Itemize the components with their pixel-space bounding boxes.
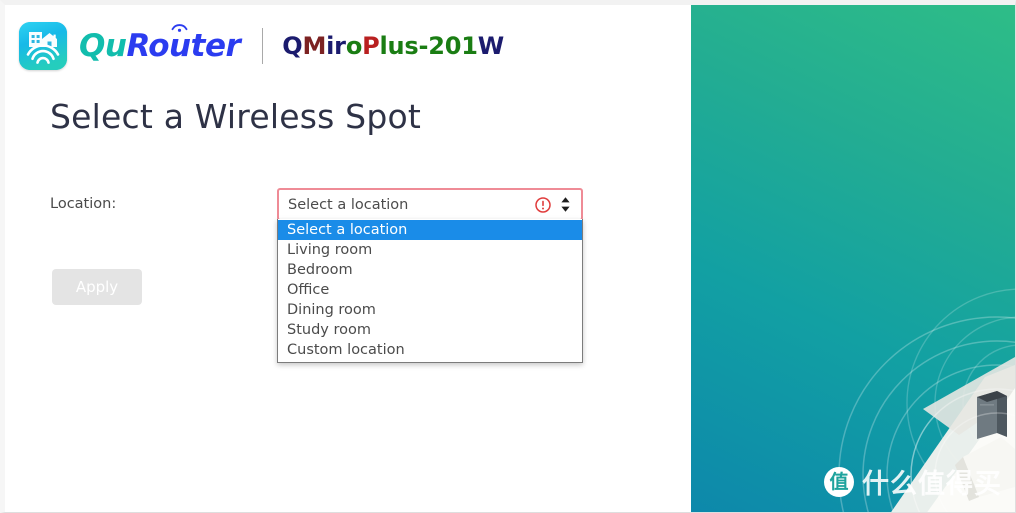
brand-wordmark-router: Router (126, 23, 241, 64)
product-name-seg-6: W (477, 32, 505, 60)
dropdown-option[interactable]: Office (278, 280, 582, 300)
wifi-arc-icon (171, 23, 188, 32)
product-name-seg-4: P (362, 32, 380, 60)
header-divider (262, 28, 264, 64)
brand-wordmark-qu: Qu (79, 27, 127, 64)
location-label: Location: (50, 196, 117, 212)
dropdown-option[interactable]: Bedroom (278, 260, 582, 280)
dropdown-option[interactable]: Custom location (278, 340, 582, 360)
apply-button[interactable]: Apply (52, 269, 142, 305)
location-select[interactable]: Select a location (277, 188, 583, 221)
brand-router-text: Router (126, 27, 241, 64)
dropdown-option[interactable]: Living room (278, 240, 582, 260)
wifi-room-illustration: 值 什么值得买 (691, 5, 1015, 512)
brand-wordmark: Qu Router (79, 23, 241, 64)
watermark-text: 什么值得买 (862, 469, 1002, 500)
header-brand-row: Qu Router QMiroPlus-201W (19, 22, 504, 70)
watermark: 值 什么值得买 (824, 462, 1002, 501)
location-select-wrapper: Select a location Select a location Livi… (277, 188, 583, 363)
watermark-badge-icon: 值 (824, 466, 854, 497)
app-window: Qu Router QMiroPlus-201W Select a Wireles… (0, 0, 1016, 513)
dropdown-option[interactable]: Study room (278, 320, 582, 340)
location-dropdown-list[interactable]: Select a location Living room Bedroom Of… (277, 219, 583, 363)
dropdown-option[interactable]: Select a location (278, 220, 582, 240)
product-name-seg-5: lus-201 (379, 32, 478, 60)
product-name-seg-2: ir (326, 32, 346, 60)
qurouter-app-icon (19, 22, 67, 70)
dropdown-option[interactable]: Dining room (278, 300, 582, 320)
product-name-seg-0: Q (282, 32, 303, 60)
exclamation-circle-icon (535, 196, 551, 213)
product-model-name: QMiroPlus-201W (282, 32, 504, 60)
illustration-artwork (838, 288, 1015, 512)
product-name-seg-1: M (302, 32, 327, 60)
page-title: Select a Wireless Spot (50, 97, 421, 136)
up-down-arrows-icon[interactable] (560, 196, 571, 213)
location-select-value: Select a location (288, 196, 409, 213)
product-name-seg-3: o (345, 32, 363, 60)
main-content-pane: Qu Router QMiroPlus-201W Select a Wireles… (5, 5, 697, 512)
